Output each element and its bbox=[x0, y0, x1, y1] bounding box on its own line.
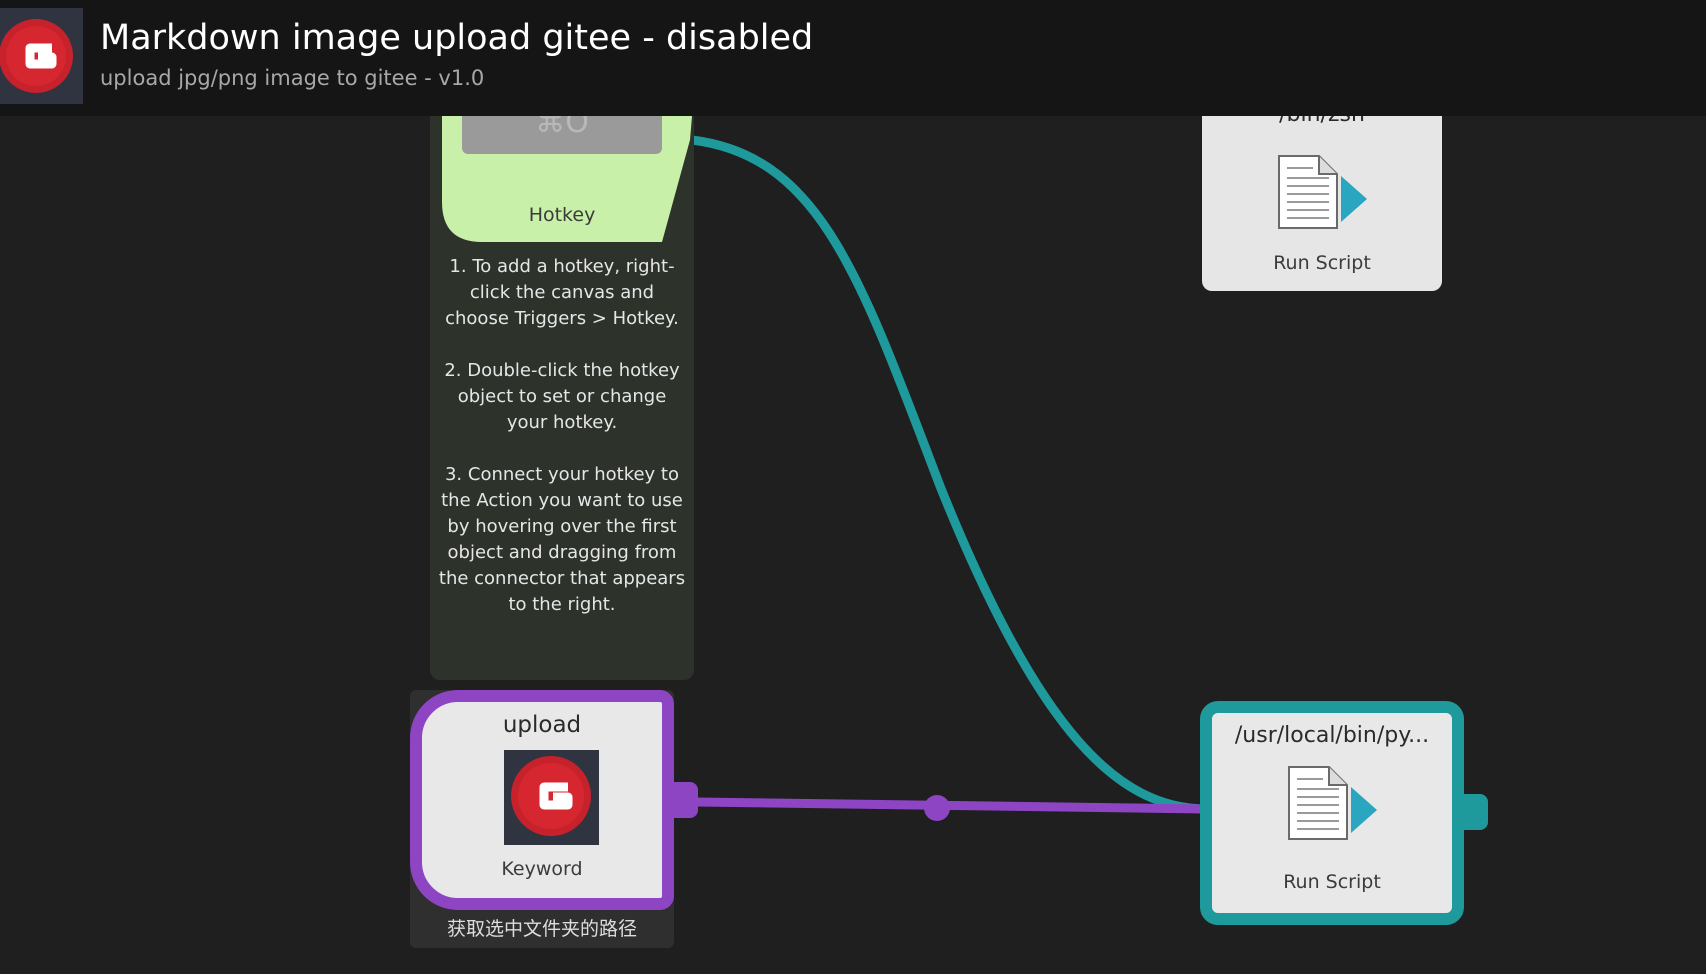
keyword-to-run-script-connection[interactable] bbox=[695, 797, 1206, 814]
hotkey-to-run-script-connection[interactable] bbox=[691, 135, 1206, 814]
workflow-header: Markdown image upload gitee - disabled u… bbox=[0, 0, 1706, 116]
script-path: /usr/local/bin/py... bbox=[1234, 723, 1430, 748]
gitee-logo-icon bbox=[0, 8, 83, 104]
workflow-title: Markdown image upload gitee - disabled bbox=[100, 18, 814, 58]
workflow-subtitle: upload jpg/png image to gitee - v1.0 bbox=[100, 66, 485, 90]
hotkey-key-display: ⌘O bbox=[462, 116, 662, 154]
gitee-logo-icon bbox=[504, 750, 599, 845]
script-path: /bin/zsh bbox=[1202, 116, 1442, 127]
keyword-title: upload bbox=[502, 712, 582, 738]
hotkey-instructions: 1. To add a hotkey, right-click the canv… bbox=[438, 256, 686, 615]
script-icon bbox=[1285, 765, 1381, 847]
hotkey-label: Hotkey bbox=[528, 204, 596, 226]
workflow-canvas[interactable]: ⌘O Hotkey 1. To add a hotkey, right-clic… bbox=[0, 116, 1706, 974]
keyword-caption: 获取选中文件夹的路径 bbox=[446, 918, 637, 940]
run-script-node-python[interactable]: /usr/local/bin/py... Run Script bbox=[1200, 701, 1464, 925]
run-script-node-zsh[interactable]: /bin/zsh Run Script bbox=[1202, 116, 1442, 291]
run-script-label: Run Script bbox=[1273, 252, 1371, 274]
connection-midpoint-handle[interactable] bbox=[924, 795, 950, 821]
script-icon bbox=[1275, 154, 1371, 236]
keyword-label: Keyword bbox=[501, 858, 583, 880]
keyword-output-connector[interactable] bbox=[670, 782, 698, 818]
run-script-output-connector[interactable] bbox=[1460, 794, 1488, 830]
keyword-node[interactable]: upload Keyword bbox=[410, 690, 674, 910]
run-script-label: Run Script bbox=[1283, 871, 1381, 893]
